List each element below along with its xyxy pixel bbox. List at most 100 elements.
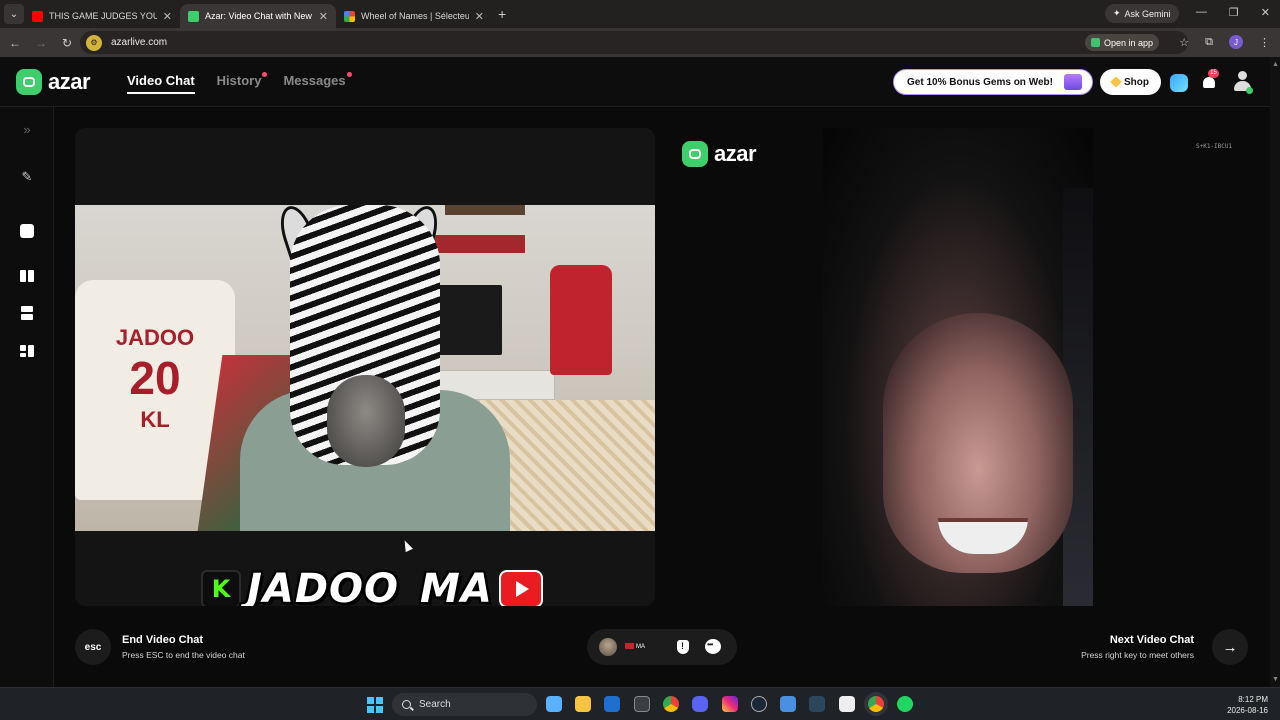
report-shield-icon[interactable] xyxy=(677,640,689,654)
minimize-icon[interactable]: — xyxy=(1196,6,1207,19)
chat-bubble-icon[interactable] xyxy=(1170,74,1188,92)
kick-logo-icon: K xyxy=(201,570,241,606)
online-status-dot xyxy=(1246,87,1253,94)
scroll-up-icon[interactable]: ▲ xyxy=(1272,61,1279,68)
layout-grid-icon[interactable] xyxy=(20,344,34,358)
edit-icon[interactable] xyxy=(20,224,34,238)
menu-kebab-icon[interactable]: ⋮ xyxy=(1259,36,1270,49)
profile-avatar[interactable]: J xyxy=(1229,35,1243,49)
chrome-icon[interactable] xyxy=(663,696,679,712)
restore-icon[interactable]: ❐ xyxy=(1229,6,1239,19)
close-tab-icon[interactable]: ✕ xyxy=(163,10,172,23)
close-window-icon[interactable]: ✕ xyxy=(1261,6,1270,19)
wheel-favicon-icon xyxy=(344,10,355,22)
my-camera-panel: JADOO 20 KL K JADOO_MA xyxy=(75,128,655,606)
gift-box-icon xyxy=(1064,74,1082,90)
youtube-logo-icon xyxy=(498,570,543,606)
azar-favicon-icon xyxy=(188,10,199,22)
new-tab-button[interactable]: + xyxy=(498,6,506,22)
file-explorer-icon[interactable] xyxy=(546,696,562,712)
chat-message-icon[interactable] xyxy=(705,639,721,654)
tab-title: Wheel of Names | Sélecteur de xyxy=(361,11,469,21)
notification-dot xyxy=(346,72,352,77)
ask-gemini-button[interactable]: ✦ Ask Gemini xyxy=(1105,4,1179,23)
nav-history[interactable]: History xyxy=(216,72,268,94)
jersey-print: JADOO 20 KL xyxy=(105,325,205,433)
nav-messages[interactable]: Messages xyxy=(283,72,352,94)
partner-camera-feed xyxy=(823,128,1093,606)
azar-logo-icon xyxy=(682,141,708,167)
layout-side-by-side-icon[interactable] xyxy=(20,269,34,283)
tab-wheel-of-names[interactable]: Wheel of Names | Sélecteur de ✕ xyxy=(336,4,492,28)
expand-icon[interactable]: » xyxy=(20,123,34,137)
steam-client-icon[interactable] xyxy=(809,696,825,712)
azar-watermark-logo: azar xyxy=(682,141,757,167)
end-video-chat-button[interactable]: esc xyxy=(75,629,111,665)
store-icon[interactable] xyxy=(634,696,650,712)
tab-search-button[interactable]: ⌄ xyxy=(4,4,24,24)
close-tab-icon[interactable]: ✕ xyxy=(319,10,328,23)
jersey-name: JADOO xyxy=(115,325,195,350)
partner-info: MA xyxy=(625,642,645,652)
windows-start-icon[interactable] xyxy=(367,697,383,713)
partner-avatar[interactable] xyxy=(599,638,617,656)
gemini-sparkle-icon: ✦ xyxy=(1113,8,1121,18)
address-bar[interactable]: ⚙ azarlive.com xyxy=(80,31,1188,54)
youtube-favicon-icon xyxy=(32,10,43,22)
app-header: azar Video Chat History Messages Get 10%… xyxy=(0,57,1270,107)
bonus-gems-promo-button[interactable]: Get 10% Bonus Gems on Web! xyxy=(893,69,1093,95)
system-clock[interactable]: 8:12 PM 2026-08-16 xyxy=(1222,694,1268,716)
magic-wand-icon[interactable]: ✎ xyxy=(20,170,34,184)
page-scrollbar[interactable]: ▲ ▼ xyxy=(1270,57,1280,687)
nav-video-chat[interactable]: Video Chat xyxy=(127,73,195,94)
cap-icon[interactable] xyxy=(839,696,855,712)
clock-date: 2026-08-16 xyxy=(1227,706,1268,715)
tab-youtube[interactable]: THIS GAME JUDGES YOUR VOICE ✕ xyxy=(24,4,180,28)
jersey-number: 20 xyxy=(129,352,181,405)
end-chat-title: End Video Chat xyxy=(122,634,204,646)
forward-icon[interactable]: → xyxy=(30,36,52,50)
url-text: azarlive.com xyxy=(111,37,168,48)
extensions-icon[interactable]: ⧉ xyxy=(1205,36,1213,49)
search-icon xyxy=(402,700,411,709)
close-tab-icon[interactable]: ✕ xyxy=(475,10,484,23)
shop-button[interactable]: Shop xyxy=(1100,69,1161,95)
spotify-icon[interactable] xyxy=(897,696,913,712)
tab-azar[interactable]: Azar: Video Chat with New ✕ xyxy=(180,4,336,28)
video-chat-area: JADOO 20 KL K JADOO_MA azar S+K1-IBCU1 e… xyxy=(54,107,1270,687)
instagram-icon[interactable] xyxy=(722,696,738,712)
outlook-icon[interactable] xyxy=(604,696,620,712)
chrome-active-icon[interactable] xyxy=(868,696,884,712)
nav-label: Messages xyxy=(283,73,346,88)
promo-label: Get 10% Bonus Gems on Web! xyxy=(907,76,1053,88)
open-in-app-button[interactable]: Open in app xyxy=(1085,34,1160,51)
logo-text: azar xyxy=(714,141,757,166)
back-icon[interactable]: ← xyxy=(4,36,26,50)
wall-shelf xyxy=(445,205,525,215)
layout-stacked-icon[interactable] xyxy=(20,306,34,320)
scroll-down-icon[interactable]: ▼ xyxy=(1272,676,1279,683)
folder-icon[interactable] xyxy=(575,696,591,712)
taskbar-search[interactable]: Search xyxy=(392,693,537,716)
open-in-app-label: Open in app xyxy=(1104,37,1154,48)
toolbar-actions: ☆ ⧉ J ⋮ xyxy=(1179,35,1270,49)
next-chat-subtitle: Press right key to meet others xyxy=(1081,650,1194,660)
next-video-chat-button[interactable]: → xyxy=(1212,629,1248,665)
country-flag-icon xyxy=(625,642,634,649)
tab-title: Azar: Video Chat with New xyxy=(205,11,312,21)
reload-icon[interactable]: ↻ xyxy=(56,36,78,50)
bookmark-star-icon[interactable]: ☆ xyxy=(1179,36,1189,49)
gem-icon xyxy=(1110,76,1122,88)
streamer-name: JADOO_MA xyxy=(247,566,493,606)
discord-icon[interactable] xyxy=(692,696,708,712)
winget-icon[interactable] xyxy=(780,696,796,712)
red-jersey-on-wall xyxy=(550,265,612,375)
nav-label: History xyxy=(216,73,262,88)
notification-count-badge: 15 xyxy=(1208,69,1219,78)
steam-icon[interactable] xyxy=(751,696,767,712)
left-rail: » ✎ xyxy=(0,107,54,687)
site-info-icon[interactable]: ⚙ xyxy=(86,34,102,51)
azar-logo-icon xyxy=(16,69,42,95)
azar-logo[interactable]: azar xyxy=(16,69,91,95)
logo-text: azar xyxy=(48,69,91,94)
